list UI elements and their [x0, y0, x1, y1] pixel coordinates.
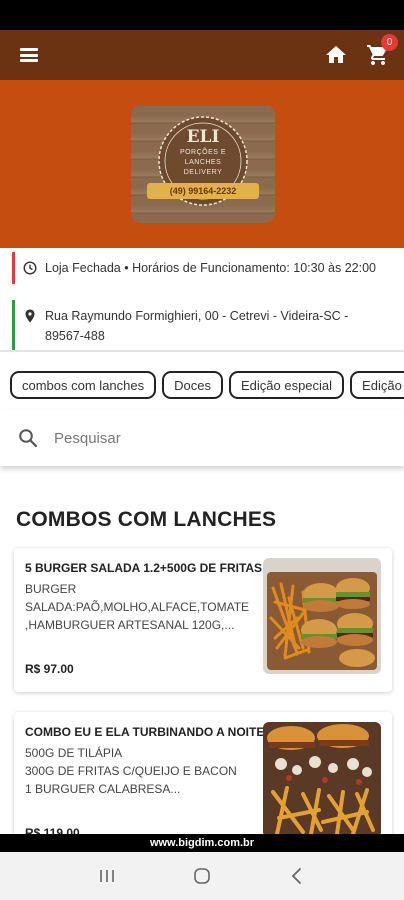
product-info: COMBO EU E ELA TURBINANDO A NOITE 500G D…: [25, 722, 269, 798]
cart-count-badge: 0: [381, 34, 398, 51]
clock-icon: [23, 261, 37, 275]
category-chip-combos[interactable]: combos com lanches: [10, 371, 157, 399]
app-bar-actions: 0: [324, 34, 398, 67]
category-chip-edicao[interactable]: Edição: [350, 371, 404, 399]
category-chip-doces[interactable]: Doces: [162, 371, 223, 399]
product-description: 500G DE TILÁPIA 300G DE FRITAS C/QUEIJO …: [25, 746, 237, 796]
section-title: COMBOS COM LANCHES: [16, 508, 277, 531]
product-image: [263, 558, 381, 674]
product-info: 5 BURGER SALADA 1.2+500G DE FRITAS BURGE…: [25, 558, 269, 634]
store-address[interactable]: Rua Raymundo Formighieri, 00 - Cetrevi -…: [12, 300, 394, 352]
home-button-icon[interactable]: [191, 865, 213, 887]
cart-icon[interactable]: 0: [366, 34, 398, 67]
system-nav-bar: [0, 852, 404, 900]
search-bar: [0, 410, 404, 466]
app-bar: 0: [0, 30, 404, 80]
product-description: BURGER SALADA:PAÕ,MOLHO,ALFACE,TOMATE ,H…: [25, 582, 250, 632]
recent-apps-icon[interactable]: [96, 865, 118, 887]
store-status[interactable]: Loja Fechada • Horários de Funcionamento…: [12, 252, 394, 284]
product-card[interactable]: 5 BURGER SALADA 1.2+500G DE FRITAS BURGE…: [14, 548, 392, 692]
back-icon[interactable]: [286, 865, 308, 887]
home-icon[interactable]: [324, 43, 348, 67]
search-icon: [19, 429, 38, 448]
logo-line-3: DELIVERY: [183, 169, 223, 176]
category-chip-edicao-especial[interactable]: Edição especial: [228, 371, 345, 399]
product-name: COMBO EU E ELA TURBINANDO A NOITE: [25, 725, 265, 739]
store-logo: ELI PORÇÕES E LANCHES DELIVERY (49) 9916…: [131, 105, 275, 223]
product-image: [263, 722, 381, 838]
category-chips: combos com lanches Doces Edição especial Ed…: [10, 371, 404, 401]
logo-title: ELI: [186, 127, 220, 147]
search-input[interactable]: [54, 429, 354, 447]
store-address-text: Rua Raymundo Formighieri, 00 - Cetrevi -…: [45, 309, 349, 343]
logo-line-2: LANCHES: [184, 159, 222, 166]
product-name: 5 BURGER SALADA 1.2+500G DE FRITAS: [25, 561, 263, 575]
divider: [0, 350, 404, 352]
store-status-text: Loja Fechada • Horários de Funcionamento…: [45, 261, 376, 275]
logo-line-1: PORÇÕES E: [179, 149, 227, 156]
footer-url[interactable]: www.bigdim.com.br: [0, 834, 404, 852]
logo-phone: (49) 99164-2232: [147, 183, 259, 199]
product-price: R$ 97.00: [25, 662, 74, 676]
menu-icon[interactable]: [20, 48, 38, 62]
status-bar: [0, 0, 404, 30]
location-pin-icon: [25, 309, 35, 323]
